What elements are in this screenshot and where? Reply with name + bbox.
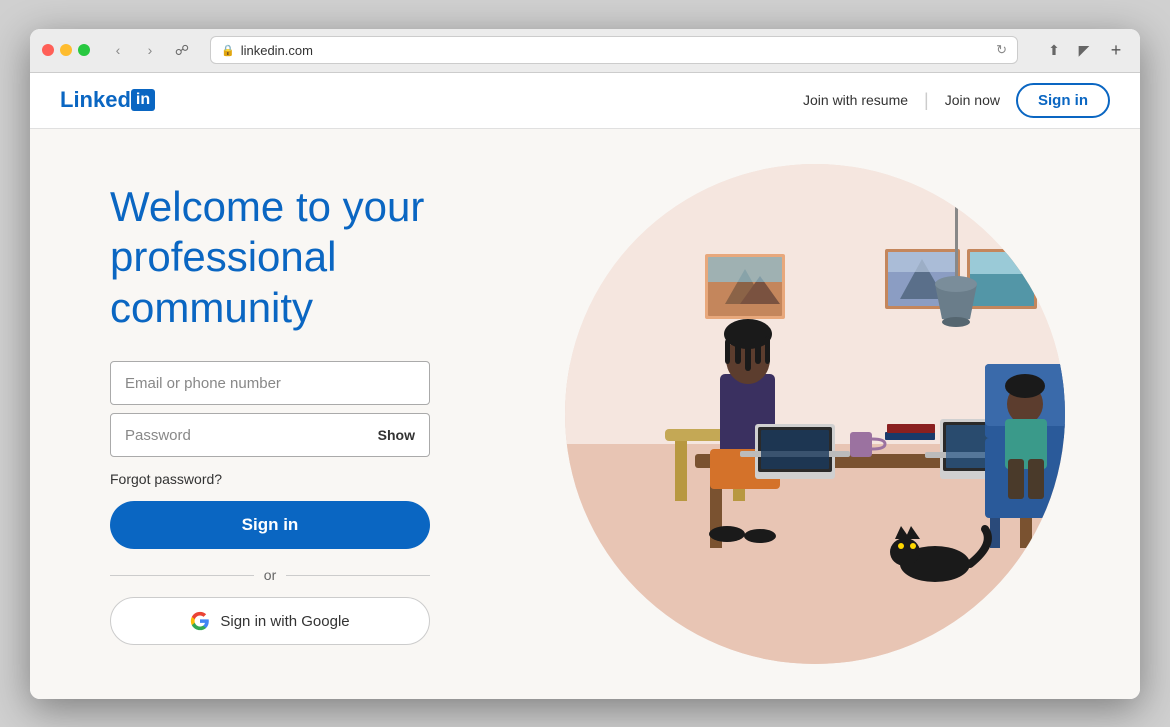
email-form-group bbox=[110, 361, 530, 405]
google-icon bbox=[190, 611, 210, 631]
right-panel bbox=[550, 164, 1080, 664]
google-sign-in-label: Sign in with Google bbox=[220, 613, 349, 630]
linkedin-logo: Linked in bbox=[60, 87, 155, 113]
or-line-right bbox=[286, 575, 430, 576]
browser-titlebar: ‹ › ☍ 🔒 linkedin.com ↻ ⬆ ◤ + bbox=[30, 29, 1140, 73]
left-panel: Welcome to your professional community S… bbox=[110, 182, 530, 645]
header-nav: Join with resume | Join now Sign in bbox=[803, 83, 1110, 118]
traffic-lights bbox=[42, 44, 90, 56]
google-sign-in-button[interactable]: Sign in with Google bbox=[110, 597, 430, 645]
password-wrapper: Show bbox=[110, 413, 430, 457]
password-form-group: Show bbox=[110, 413, 530, 457]
or-divider: or bbox=[110, 567, 430, 583]
main-section: Welcome to your professional community S… bbox=[30, 129, 1140, 699]
browser-window: ‹ › ☍ 🔒 linkedin.com ↻ ⬆ ◤ + Linked in J… bbox=[30, 29, 1140, 699]
url-text: linkedin.com bbox=[241, 43, 990, 58]
fullscreen-traffic-light[interactable] bbox=[78, 44, 90, 56]
back-button[interactable]: ‹ bbox=[106, 38, 130, 62]
email-input[interactable] bbox=[110, 361, 430, 405]
lock-icon: 🔒 bbox=[221, 44, 235, 57]
forward-button[interactable]: › bbox=[138, 38, 162, 62]
reader-button[interactable]: ☍ bbox=[170, 38, 194, 62]
logo-in-box: in bbox=[131, 89, 155, 111]
join-now-link[interactable]: Join now bbox=[945, 92, 1000, 108]
logo-linked-text: Linked bbox=[60, 87, 131, 113]
join-with-resume-link[interactable]: Join with resume bbox=[803, 92, 908, 108]
welcome-heading: Welcome to your professional community bbox=[110, 182, 530, 333]
nav-divider: | bbox=[924, 90, 929, 111]
password-input[interactable] bbox=[125, 427, 378, 444]
linkedin-header: Linked in Join with resume | Join now Si… bbox=[30, 73, 1140, 129]
header-sign-in-button[interactable]: Sign in bbox=[1016, 83, 1110, 118]
share-button[interactable]: ⬆ bbox=[1042, 38, 1066, 62]
close-traffic-light[interactable] bbox=[42, 44, 54, 56]
page-content: Linked in Join with resume | Join now Si… bbox=[30, 73, 1140, 699]
address-bar[interactable]: 🔒 linkedin.com ↻ bbox=[210, 36, 1018, 64]
or-line-left bbox=[110, 575, 254, 576]
new-window-button[interactable]: ◤ bbox=[1072, 38, 1096, 62]
illustration-circle bbox=[565, 164, 1065, 664]
refresh-button[interactable]: ↻ bbox=[996, 42, 1007, 58]
forgot-password-link[interactable]: Forgot password? bbox=[110, 471, 530, 487]
new-tab-button[interactable]: + bbox=[1104, 38, 1128, 62]
toolbar-right: ⬆ ◤ bbox=[1042, 38, 1096, 62]
show-password-button[interactable]: Show bbox=[378, 427, 415, 443]
minimize-traffic-light[interactable] bbox=[60, 44, 72, 56]
illustration-svg bbox=[565, 164, 1065, 664]
sign-in-button[interactable]: Sign in bbox=[110, 501, 430, 549]
or-text: or bbox=[264, 567, 276, 583]
